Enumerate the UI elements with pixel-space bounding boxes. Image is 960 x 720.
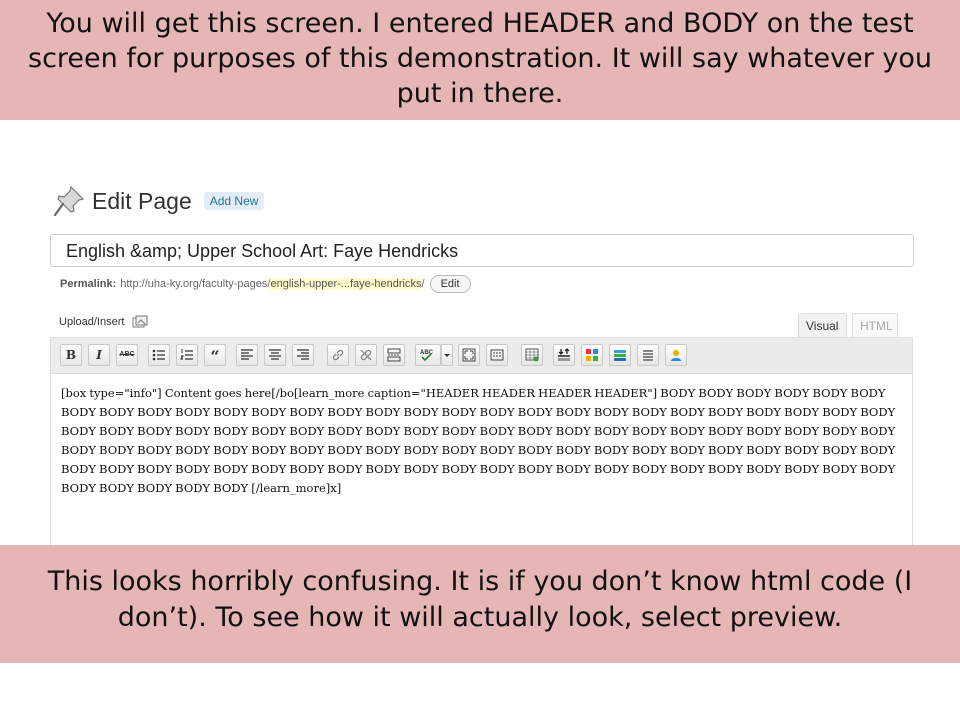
blockquote-icon[interactable]: “ xyxy=(204,344,226,366)
page-break-icon[interactable] xyxy=(553,344,575,366)
add-new-button[interactable]: Add New xyxy=(203,192,265,210)
pushpin-icon xyxy=(53,185,85,217)
editor-toolbar: B I ABC “ ABC xyxy=(51,338,912,374)
edit-page-header: Edit Page Add New xyxy=(52,183,265,219)
editor-content[interactable]: [box type="info"] Content goes here[/bo[… xyxy=(51,374,912,498)
insert-link-icon[interactable] xyxy=(327,344,349,366)
add-media-icon[interactable] xyxy=(132,315,148,329)
shortcode-boxes-icon[interactable] xyxy=(581,344,603,366)
insert-table-icon[interactable] xyxy=(521,344,543,366)
permalink-row: Permalink: http://uha-ky.org/faculty-pag… xyxy=(60,274,471,294)
page-title-input[interactable]: English &amp; Upper School Art: Faye Hen… xyxy=(50,234,914,267)
permalink-trailing-slash: / xyxy=(421,278,425,290)
bullet-list-icon[interactable] xyxy=(148,344,170,366)
align-left-icon[interactable] xyxy=(236,344,258,366)
italic-button[interactable]: I xyxy=(88,344,110,366)
align-center-icon[interactable] xyxy=(264,344,286,366)
unlink-icon[interactable] xyxy=(355,344,377,366)
kitchen-sink-icon[interactable] xyxy=(486,344,508,366)
content-editor[interactable]: B I ABC “ ABC [box type="info"] Content … xyxy=(50,337,913,557)
bold-button[interactable]: B xyxy=(60,344,82,366)
shortcode-columns-icon[interactable] xyxy=(637,344,659,366)
slide-bottom-caption: This looks horribly confusing. It is if … xyxy=(0,545,960,663)
upload-insert-label: Upload/Insert xyxy=(59,316,125,328)
tab-visual[interactable]: Visual xyxy=(798,313,847,337)
shortcode-user-icon[interactable] xyxy=(665,344,687,366)
upload-insert-row: Upload/Insert xyxy=(59,315,148,329)
strikethrough-button[interactable]: ABC xyxy=(116,344,138,366)
permalink-label: Permalink: xyxy=(60,278,117,290)
permalink-slug[interactable]: english-upper-...faye-hendricks xyxy=(270,278,422,290)
slide-top-caption: You will get this screen. I entered HEAD… xyxy=(0,0,960,120)
tab-html[interactable]: HTML xyxy=(852,313,898,337)
permalink-base-url: http://uha-ky.org/faculty-pages/ xyxy=(120,278,271,290)
permalink-edit-button[interactable]: Edit xyxy=(429,275,471,293)
spellcheck-dropdown-icon[interactable] xyxy=(441,344,453,366)
shortcode-tabs-icon[interactable] xyxy=(609,344,631,366)
fullscreen-icon[interactable] xyxy=(458,344,480,366)
numbered-list-icon[interactable] xyxy=(176,344,198,366)
page-title: Edit Page xyxy=(92,187,192,214)
insert-more-tag-icon[interactable] xyxy=(383,344,405,366)
svg-text:ABC: ABC xyxy=(420,350,434,356)
spellcheck-icon[interactable]: ABC xyxy=(415,344,441,366)
align-right-icon[interactable] xyxy=(292,344,314,366)
